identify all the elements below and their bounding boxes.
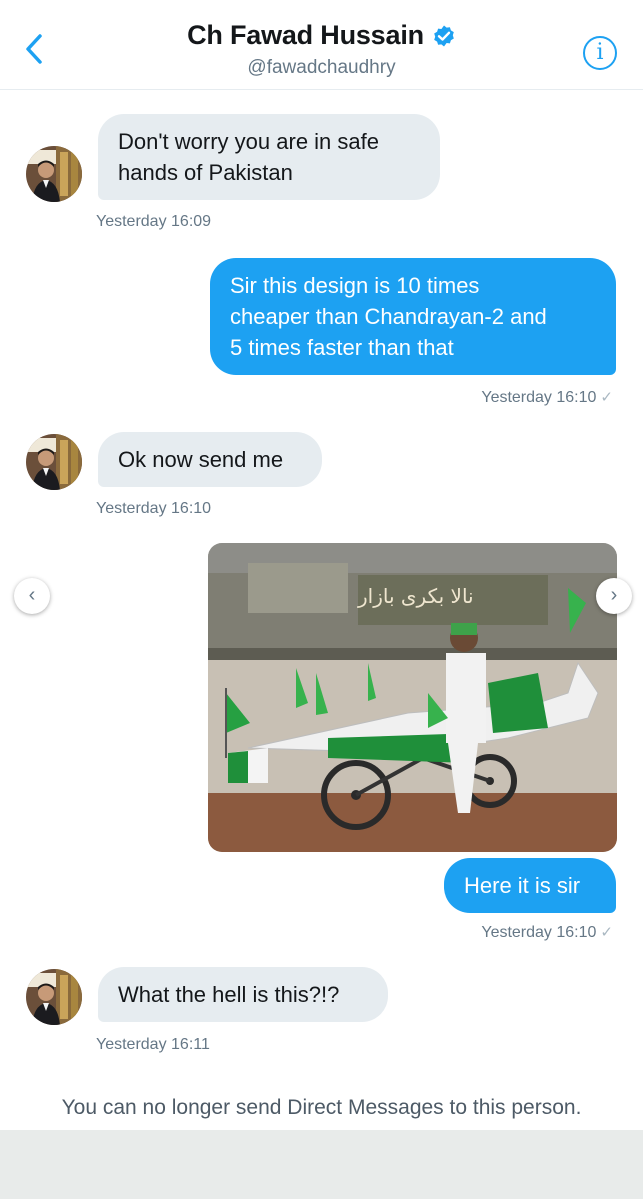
message-text-line: Don't worry you are in safe (118, 129, 379, 154)
message-bubble-incoming: Don't worry you are in safe hands of Pak… (98, 114, 440, 200)
message-timestamp: Yesterday 16:10 ✓ (481, 388, 613, 407)
message-timestamp: Yesterday 16:10 ✓ (481, 923, 613, 942)
carousel-next-button[interactable]: › (596, 578, 632, 614)
read-check-icon: ✓ (600, 924, 613, 941)
message-text-line: cheaper than Chandrayan-2 and (230, 304, 547, 329)
message-text-line: hands of Pakistan (118, 160, 293, 185)
message-bubble-incoming: Ok now send me (98, 432, 322, 487)
conversation-header: Ch Fawad Hussain @fawadchaudhry i (0, 0, 643, 90)
message-timestamp: Yesterday 16:09 (96, 213, 212, 230)
message-text-line: 5 times faster than that (230, 335, 454, 360)
message-timestamp: Yesterday 16:10 (96, 500, 212, 517)
carousel-prev-button[interactable]: ‹ (14, 578, 50, 614)
message-bubble-outgoing: Here it is sir (444, 858, 616, 913)
read-check-icon: ✓ (600, 389, 613, 406)
contact-avatar[interactable] (26, 146, 82, 202)
composer-area-disabled (0, 1130, 643, 1199)
message-timestamp: Yesterday 16:11 (96, 1036, 210, 1053)
message-text-line: Here it is sir (464, 873, 581, 898)
timestamp-text: Yesterday 16:10 (481, 924, 597, 941)
message-bubble-incoming: What the hell is this?!? (98, 967, 388, 1022)
header-title-block: Ch Fawad Hussain @fawadchaudhry (0, 20, 643, 79)
message-bubble-outgoing: Sir this design is 10 times cheaper than… (210, 258, 616, 375)
profile-name: Ch Fawad Hussain (187, 20, 424, 50)
bike-jet-photo-illustration: نالا بکری بازار (208, 543, 617, 852)
message-text-line: What the hell is this?!? (118, 982, 340, 1007)
profile-handle: @fawadchaudhry (247, 57, 396, 78)
contact-avatar[interactable] (26, 969, 82, 1025)
contact-avatar[interactable] (26, 434, 82, 490)
signboard-text: نالا بکری بازار (357, 584, 474, 608)
info-icon[interactable]: i (583, 36, 617, 70)
profile-name-row[interactable]: Ch Fawad Hussain (187, 20, 456, 51)
verified-badge-icon (434, 25, 454, 46)
timestamp-text: Yesterday 16:10 (481, 389, 597, 406)
dm-disabled-notice: You can no longer send Direct Messages t… (61, 1096, 582, 1119)
message-text-line: Ok now send me (118, 447, 284, 472)
shared-photo[interactable]: نالا بکری بازار (208, 543, 617, 852)
message-text-line: Sir this design is 10 times (230, 273, 480, 298)
